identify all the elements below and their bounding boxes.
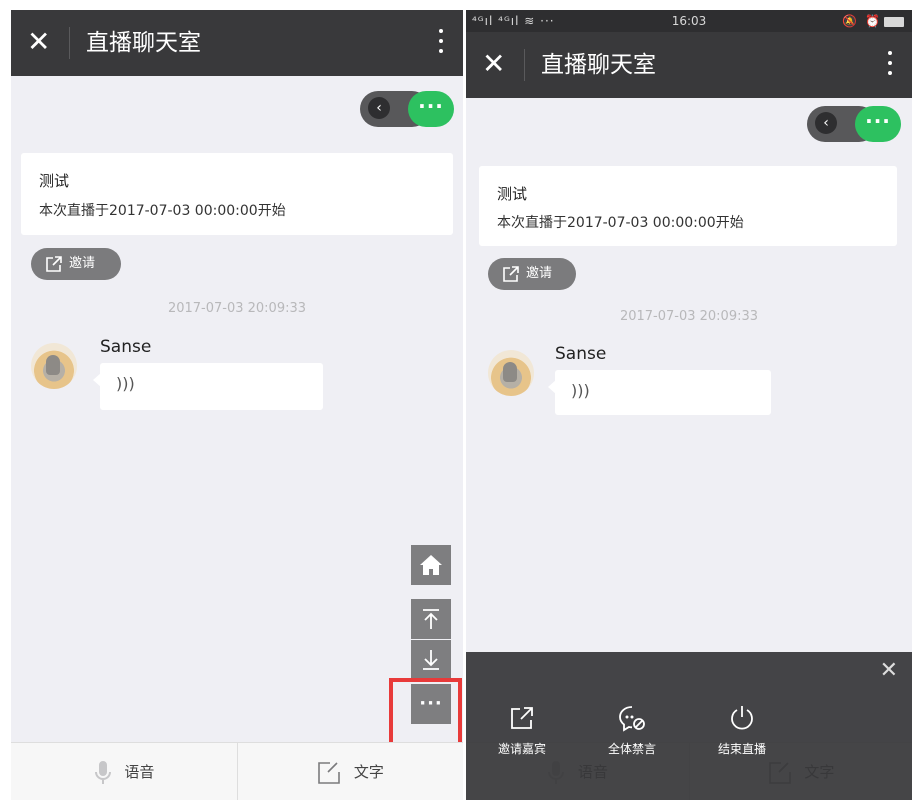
header-divider <box>69 27 70 59</box>
share-edit-icon <box>511 707 533 729</box>
chat-toggle[interactable]: ‹ ··· <box>807 106 901 142</box>
action-mute-all[interactable]: 全体禁言 <box>592 704 672 757</box>
voice-wave-icon: ))) <box>116 374 135 393</box>
action-invite-guest[interactable]: 邀请嘉宾 <box>482 704 562 757</box>
live-start-info: 本次直播于2017-07-03 00:00:00开始 <box>39 203 286 219</box>
live-info-card: 测试 本次直播于2017-07-03 00:00:00开始 <box>21 153 453 235</box>
status-bar: ⁴ᴳıl ⁴ᴳıl ≋ ··· 16:03 🔕 ⏰ <box>466 10 912 32</box>
text-input-label: 文字 <box>353 763 384 781</box>
home-icon <box>420 555 442 575</box>
message-username: Sanse <box>100 337 152 357</box>
message-timestamp: 2017-07-03 20:09:33 <box>167 301 307 316</box>
arrow-down-bar-icon <box>423 650 439 670</box>
chevron-left-icon: ‹ <box>368 97 390 119</box>
page-title: 直播聊天室 <box>541 52 656 78</box>
edit-icon <box>318 761 340 784</box>
message-timestamp: 2017-07-03 20:09:33 <box>619 309 759 324</box>
invite-button[interactable]: 邀请 <box>488 258 576 290</box>
avatar[interactable] <box>31 343 77 389</box>
chevron-left-icon: ‹ <box>815 112 837 134</box>
action-label: 结束直播 <box>717 742 766 756</box>
scroll-top-button[interactable] <box>411 599 451 639</box>
header-divider <box>524 49 525 81</box>
chat-mute-icon <box>619 706 645 732</box>
close-icon[interactable]: ✕ <box>27 25 50 59</box>
text-input-button[interactable]: 文字 <box>237 743 463 800</box>
action-end-live[interactable]: 结束直播 <box>702 704 782 757</box>
live-info-card: 测试 本次直播于2017-07-03 00:00:00开始 <box>479 166 897 246</box>
right-screen: ⁴ᴳıl ⁴ᴳıl ≋ ··· 16:03 🔕 ⏰ ✕ 直播聊天室 ‹ ··· … <box>466 10 912 800</box>
alarm-icons: 🔕 ⏰ <box>842 14 882 28</box>
highlight-box <box>389 678 462 748</box>
invite-label: 邀请 <box>69 256 96 271</box>
more-vertical-icon[interactable] <box>433 26 449 60</box>
live-start-info: 本次直播于2017-07-03 00:00:00开始 <box>497 215 744 231</box>
close-icon[interactable]: ✕ <box>482 47 505 81</box>
invite-label: 邀请 <box>526 266 553 281</box>
voice-wave-icon: ))) <box>571 381 590 400</box>
live-title: 测试 <box>497 185 528 203</box>
left-screen: ✕ 直播聊天室 ‹ ··· 测试 本次直播于2017-07-03 00:00:0… <box>11 10 463 800</box>
power-icon <box>731 706 753 730</box>
action-label: 邀请嘉宾 <box>497 742 546 756</box>
toggle-more-button[interactable]: ··· <box>855 106 901 142</box>
voice-input-button[interactable]: 语音 <box>11 743 237 800</box>
input-toolbar: 语音 文字 <box>11 742 463 800</box>
voice-message-bubble[interactable]: ))) <box>548 370 771 415</box>
share-edit-icon <box>46 256 62 272</box>
battery-icon <box>884 16 904 27</box>
arrow-up-bar-icon <box>423 609 439 629</box>
avatar[interactable] <box>488 350 534 396</box>
scroll-bottom-button[interactable] <box>411 640 451 680</box>
voice-message-bubble[interactable]: ))) <box>93 363 323 410</box>
live-title: 测试 <box>39 172 70 190</box>
header: ✕ 直播聊天室 <box>11 10 463 76</box>
invite-button[interactable]: 邀请 <box>31 248 121 280</box>
header: ✕ 直播聊天室 <box>466 32 912 98</box>
action-sheet: ✕ 邀请嘉宾 全体禁言 结束直播 <box>466 652 912 800</box>
action-label: 全体禁言 <box>607 742 656 756</box>
toggle-more-button[interactable]: ··· <box>408 91 454 127</box>
message-username: Sanse <box>555 344 607 364</box>
share-edit-icon <box>503 266 519 282</box>
status-icons: 🔕 ⏰ <box>842 14 904 28</box>
close-icon[interactable]: ✕ <box>880 658 898 683</box>
page-title: 直播聊天室 <box>86 30 201 56</box>
more-vertical-icon[interactable] <box>882 48 898 82</box>
chat-toggle[interactable]: ‹ ··· <box>360 91 454 127</box>
voice-input-label: 语音 <box>124 763 155 781</box>
microphone-icon <box>94 760 111 784</box>
home-button[interactable] <box>411 545 451 585</box>
